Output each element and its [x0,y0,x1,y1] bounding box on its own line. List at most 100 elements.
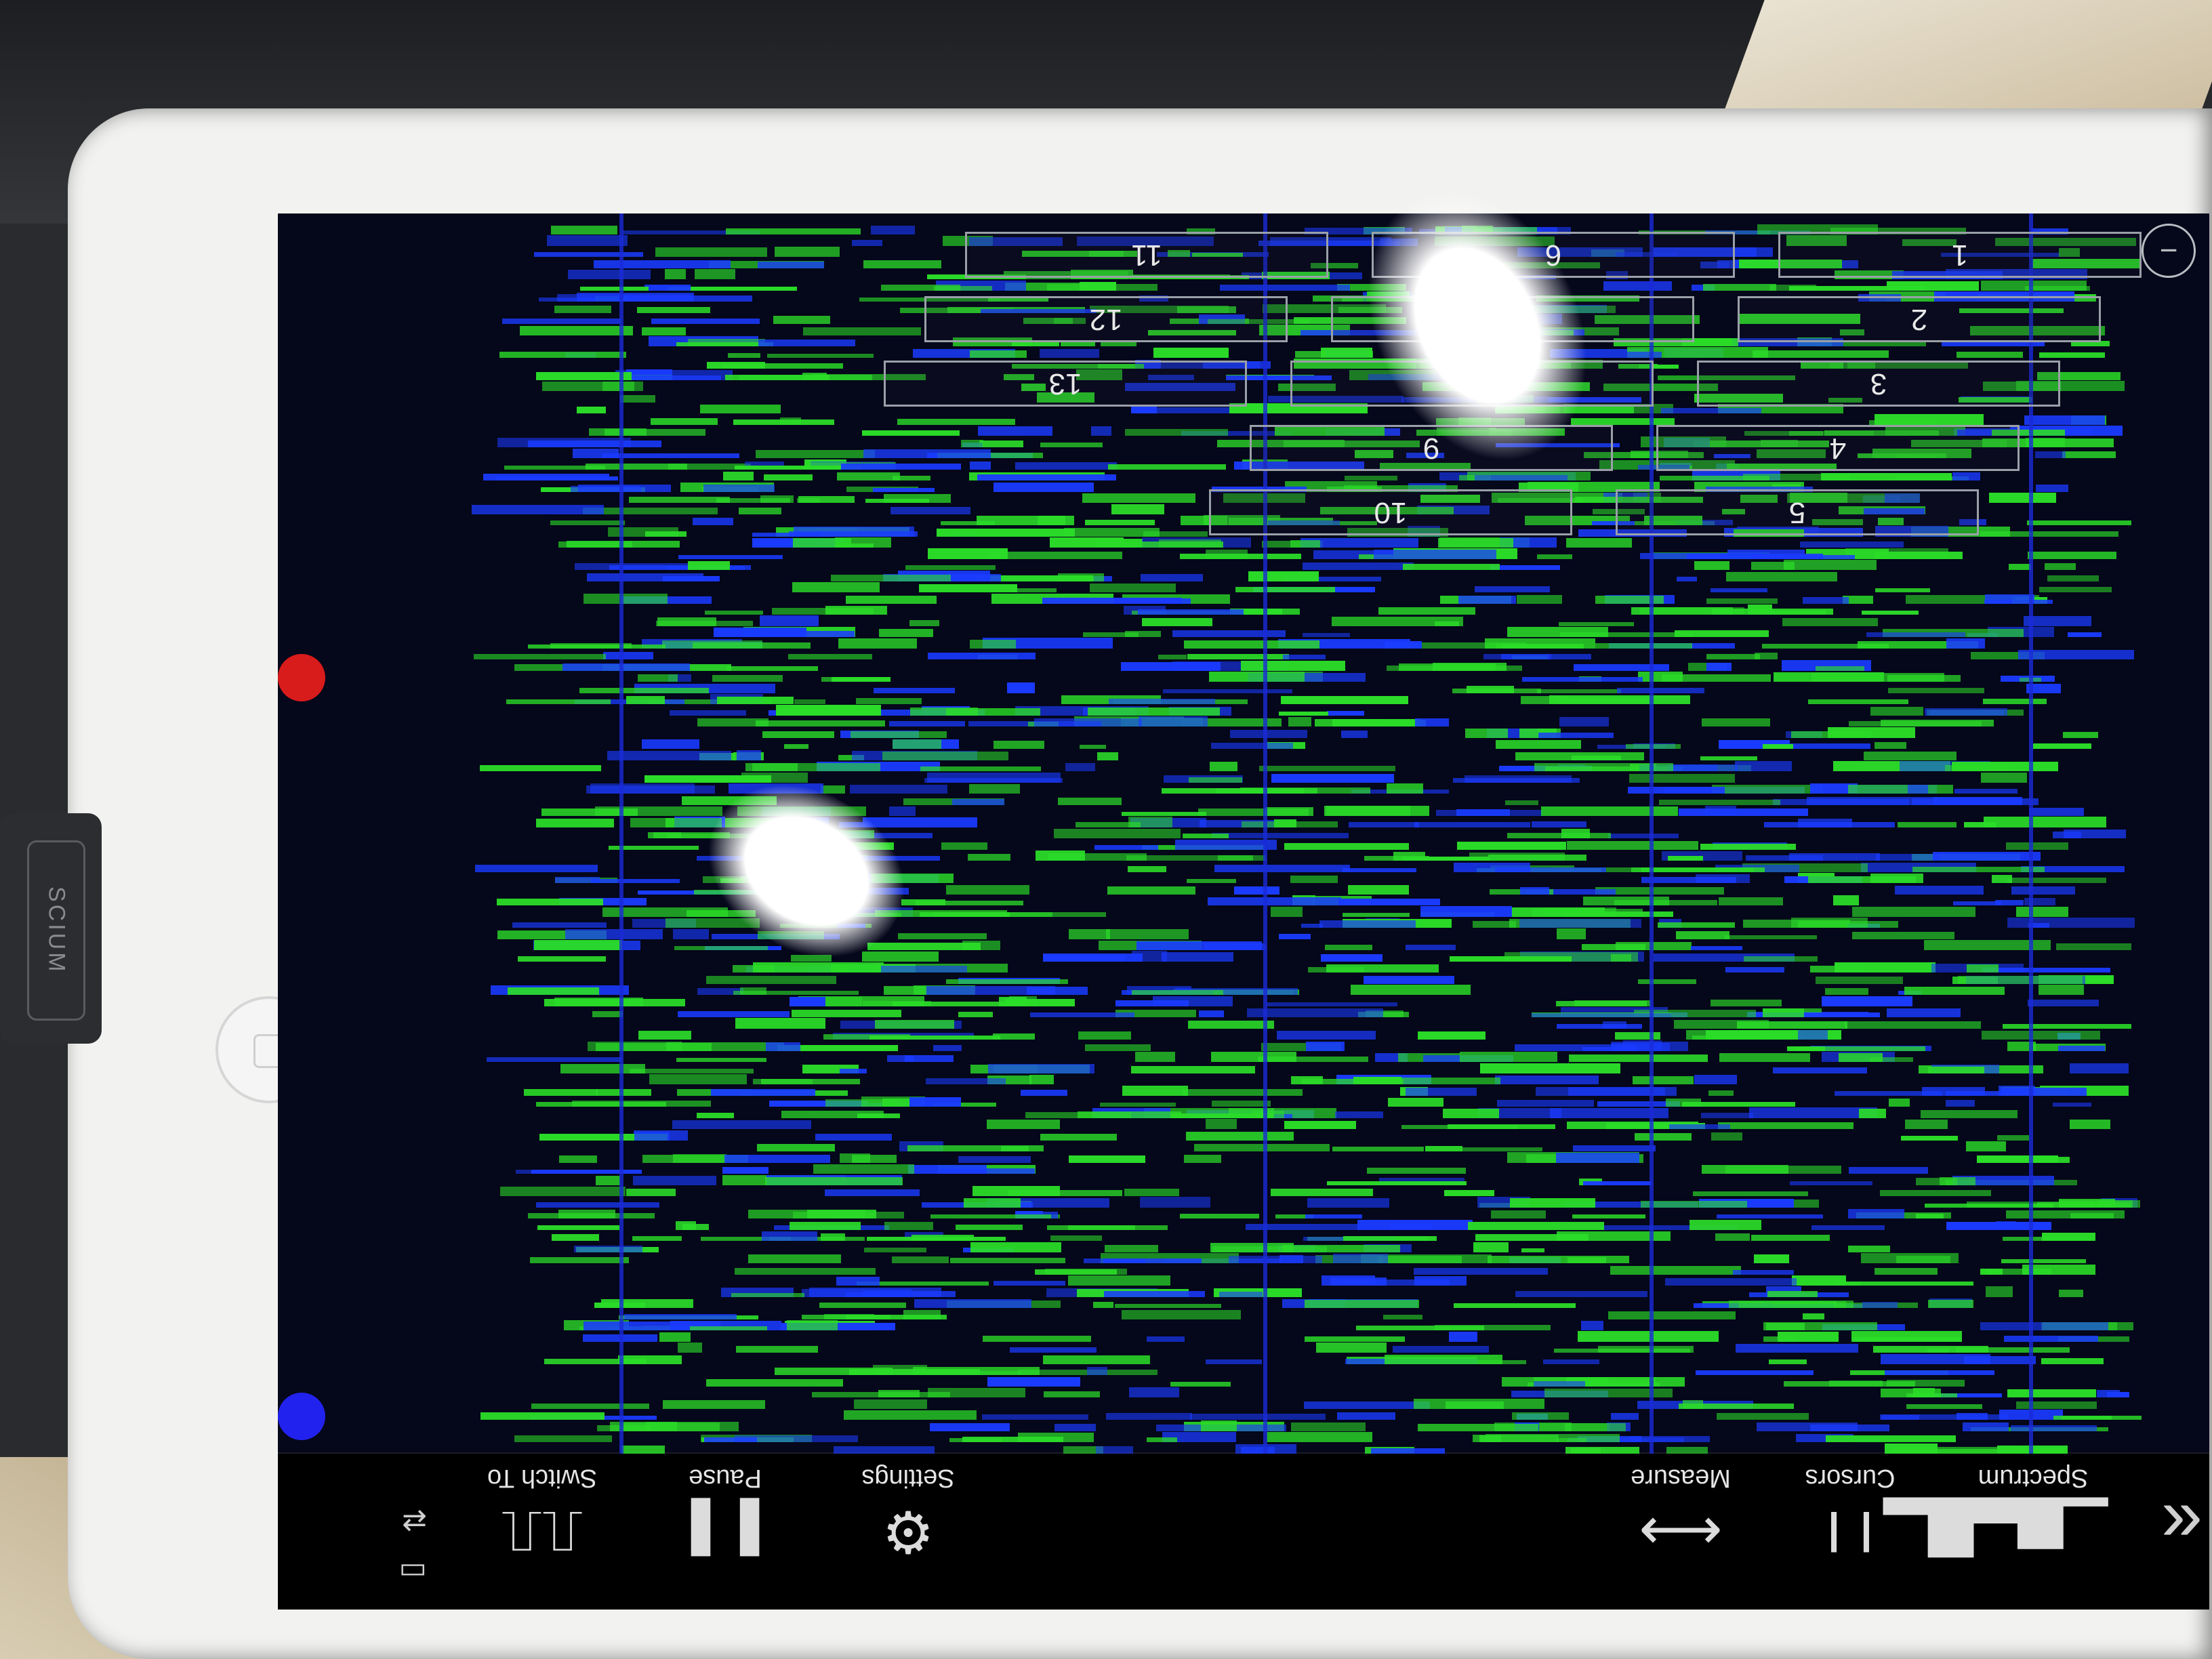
signal-segment [2034,1157,2070,1163]
signal-segment [1058,573,1104,581]
collapse-chevron-icon[interactable]: « [2161,1483,2203,1569]
signal-segment [1689,1220,1762,1230]
signal-segment [722,471,754,481]
channel-label: 11 [1131,239,1162,272]
channel-box-2[interactable]: 2 [1738,296,2101,342]
signal-segment [1043,954,1125,962]
minus-button[interactable]: − [2142,224,2196,278]
signal-segment [693,642,811,649]
signal-segment [1724,935,1818,939]
signal-segment [988,1064,1094,1073]
pause-button[interactable]: ❚❚ Pause [651,1463,800,1565]
signal-segment [1234,886,1280,895]
signal-segment [1708,1090,1734,1096]
signal-segment [2006,842,2069,850]
signal-segment [970,350,1027,358]
signal-segment [1695,874,1750,884]
signal-segment [758,340,855,347]
measure-button[interactable]: ⟷ Measure [1606,1463,1755,1565]
signal-segment [588,428,647,436]
signal-segment [738,507,781,514]
channel-box-5[interactable]: 5 [1616,489,1979,535]
signal-segment [629,497,730,504]
signal-segment [907,1145,1044,1152]
channel-box-10[interactable]: 10 [1209,489,1572,535]
signal-segment [1597,1345,1694,1353]
cursors-button[interactable]: I I Cursors [1776,1463,1925,1565]
signal-segment [862,430,960,436]
signal-segment [1884,1443,1938,1454]
signal-segment [1532,821,1586,827]
sync-icon[interactable]: ⇄ [402,1504,427,1538]
channel-line [1263,213,1267,1454]
signal-segment [519,325,633,335]
signal-segment [1321,954,1383,962]
channel-box-13[interactable]: 13 [884,361,1247,407]
signal-segment [761,1231,818,1242]
signal-segment [1966,1141,2006,1152]
signal-segment [1183,1088,1303,1096]
signal-segment [821,676,880,682]
signal-segment [1556,697,1650,705]
signal-segment [1945,1099,1975,1107]
signal-segment [1791,731,1872,738]
channel-box-4[interactable]: 4 [1656,425,2020,471]
signal-segment [1862,1302,1898,1309]
signal-segment [704,611,764,615]
signal-segment [1537,689,1622,693]
signal-segment [583,593,668,604]
signal-segment [920,912,1010,917]
signal-segment [1442,1108,1500,1118]
channel-box-3[interactable]: 3 [1697,361,2060,407]
settings-button[interactable]: ⚙ Settings [834,1463,983,1565]
signal-segment [1639,553,1763,559]
signal-segment [1042,598,1183,604]
signal-segment [1139,716,1208,727]
signal-segment [1068,928,1111,939]
signal-segment [1279,1255,1303,1264]
signal-segment [1991,875,2013,884]
signal-segment [1565,1446,1640,1454]
signal-segment [1808,699,1908,705]
signal-segment [1131,990,1224,996]
spectrum-button[interactable]: ▁▆▃▇▂ Spectrum [1883,1463,2108,1565]
signal-segment [1205,1359,1262,1364]
blue-marker[interactable] [278,1393,325,1440]
channel-box-11[interactable]: 11 [965,232,1328,278]
signal-segment [793,1211,904,1219]
signal-segment [1220,284,1350,291]
signal-segment [865,498,930,504]
signal-segment [648,832,681,839]
signal-segment [897,419,1016,425]
signal-segment [1725,1166,1841,1174]
signal-segment [811,1392,951,1398]
signal-segment [765,1042,801,1051]
pause-label: Pause [689,1464,762,1492]
signal-segment [726,665,819,671]
signal-segment [1025,1112,1131,1118]
signal-segment [475,865,598,872]
signal-segment [1984,594,2035,604]
signal-segment [1889,1099,1910,1107]
signal-segment [1595,595,1664,604]
channel-box-1[interactable]: 1 [1778,232,2142,278]
signal-segment [1863,752,1957,760]
channel-box-12[interactable]: 12 [924,296,1288,342]
switch-to-button[interactable]: ⎍⎍ Switch To [468,1463,617,1565]
signal-segment [1839,1053,1883,1063]
red-marker[interactable] [278,654,325,701]
signal-segment [534,252,644,258]
signal-segment [1210,743,1293,750]
signal-segment [787,1319,838,1331]
signal-segment [1007,682,1035,693]
signal-segment [840,1153,871,1163]
signal-segment [1382,1314,1422,1319]
signal-segment [1767,1291,1818,1297]
signal-segment [970,1242,1061,1252]
signal-segment [1420,906,1512,917]
signal-segment [1682,1399,1703,1409]
signal-segment [596,1088,651,1096]
signal-segment [641,739,700,750]
signal-segment [1595,643,1692,649]
signal-segment [1190,1413,1326,1420]
